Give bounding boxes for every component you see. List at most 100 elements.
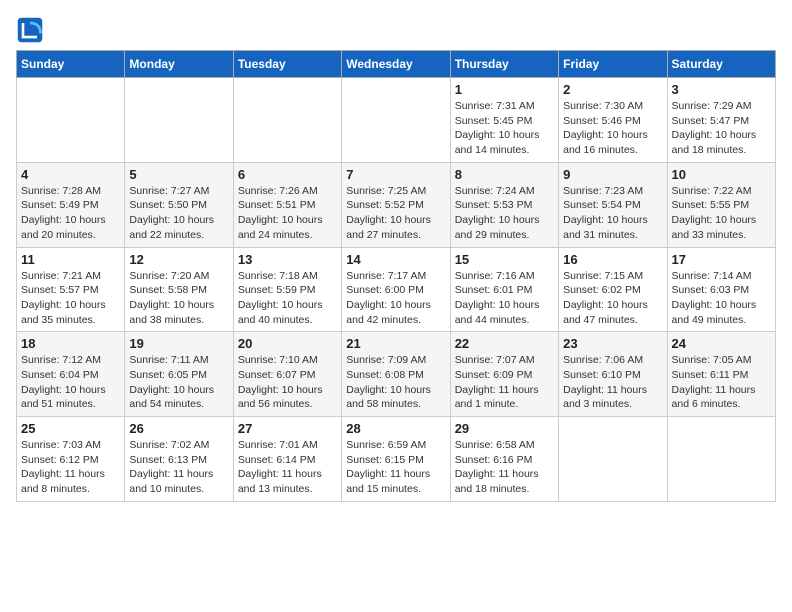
calendar-cell: 25 Sunrise: 7:03 AM Sunset: 6:12 PM Dayli… (17, 417, 125, 502)
day-number: 2 (563, 82, 662, 97)
weekday-header: Saturday (667, 51, 775, 78)
day-number: 10 (672, 167, 771, 182)
day-number: 8 (455, 167, 554, 182)
day-info: Sunrise: 7:25 AM Sunset: 5:52 PM Dayligh… (346, 184, 445, 243)
day-info: Sunrise: 7:27 AM Sunset: 5:50 PM Dayligh… (129, 184, 228, 243)
calendar-cell: 6Sunrise: 7:26 AM Sunset: 5:51 PM Daylig… (233, 162, 341, 247)
calendar-body: 1 Sunrise: 7:31 AM Sunset: 5:45 PM Daylig… (17, 78, 776, 502)
day-number: 23 (563, 336, 662, 351)
calendar-cell (233, 78, 341, 163)
calendar-cell: 11 Sunrise: 7:21 AM Sunset: 5:57 PM Dayli… (17, 247, 125, 332)
day-number: 9 (563, 167, 662, 182)
day-number: 27 (238, 421, 337, 436)
calendar-cell (342, 78, 450, 163)
calendar-cell: 1 Sunrise: 7:31 AM Sunset: 5:45 PM Daylig… (450, 78, 558, 163)
day-info: Sunrise: 6:59 AM Sunset: 6:15 PM Dayligh… (346, 438, 445, 497)
calendar-cell: 4 Sunrise: 7:28 AM Sunset: 5:49 PM Daylig… (17, 162, 125, 247)
weekday-header: Monday (125, 51, 233, 78)
calendar-cell: 27 Sunrise: 7:01 AM Sunset: 6:14 PM Dayli… (233, 417, 341, 502)
day-info: Sunrise: 7:14 AM Sunset: 6:03 PM Dayligh… (672, 269, 771, 328)
day-info: Sunrise: 7:20 AM Sunset: 5:58 PM Dayligh… (129, 269, 228, 328)
day-info: Sunrise: 7:22 AM Sunset: 5:55 PM Dayligh… (672, 184, 771, 243)
day-info: Sunrise: 7:16 AM Sunset: 6:01 PM Dayligh… (455, 269, 554, 328)
calendar-cell (17, 78, 125, 163)
calendar-header-row: SundayMondayTuesdayWednesdayThursdayFrid… (17, 51, 776, 78)
calendar-cell: 18 Sunrise: 7:12 AM Sunset: 6:04 PM Dayli… (17, 332, 125, 417)
day-number: 25 (21, 421, 120, 436)
calendar-cell: 12 Sunrise: 7:20 AM Sunset: 5:58 PM Dayli… (125, 247, 233, 332)
day-number: 21 (346, 336, 445, 351)
day-number: 20 (238, 336, 337, 351)
calendar-cell: 20 Sunrise: 7:10 AM Sunset: 6:07 PM Dayli… (233, 332, 341, 417)
day-info: Sunrise: 7:28 AM Sunset: 5:49 PM Dayligh… (21, 184, 120, 243)
calendar-cell: 14 Sunrise: 7:17 AM Sunset: 6:00 PM Dayli… (342, 247, 450, 332)
day-number: 11 (21, 252, 120, 267)
day-info: Sunrise: 7:29 AM Sunset: 5:47 PM Dayligh… (672, 99, 771, 158)
day-number: 13 (238, 252, 337, 267)
calendar-week-row: 11 Sunrise: 7:21 AM Sunset: 5:57 PM Dayli… (17, 247, 776, 332)
day-info: Sunrise: 7:02 AM Sunset: 6:13 PM Dayligh… (129, 438, 228, 497)
day-number: 3 (672, 82, 771, 97)
day-info: Sunrise: 7:03 AM Sunset: 6:12 PM Dayligh… (21, 438, 120, 497)
day-info: Sunrise: 7:10 AM Sunset: 6:07 PM Dayligh… (238, 353, 337, 412)
day-number: 17 (672, 252, 771, 267)
day-info: Sunrise: 7:12 AM Sunset: 6:04 PM Dayligh… (21, 353, 120, 412)
day-info: Sunrise: 7:21 AM Sunset: 5:57 PM Dayligh… (21, 269, 120, 328)
day-number: 22 (455, 336, 554, 351)
day-number: 16 (563, 252, 662, 267)
calendar-cell: 10 Sunrise: 7:22 AM Sunset: 5:55 PM Dayli… (667, 162, 775, 247)
day-info: Sunrise: 7:15 AM Sunset: 6:02 PM Dayligh… (563, 269, 662, 328)
day-info: Sunrise: 7:05 AM Sunset: 6:11 PM Dayligh… (672, 353, 771, 412)
weekday-header: Sunday (17, 51, 125, 78)
calendar-week-row: 18 Sunrise: 7:12 AM Sunset: 6:04 PM Dayli… (17, 332, 776, 417)
day-info: Sunrise: 7:31 AM Sunset: 5:45 PM Dayligh… (455, 99, 554, 158)
calendar-week-row: 4 Sunrise: 7:28 AM Sunset: 5:49 PM Daylig… (17, 162, 776, 247)
day-number: 29 (455, 421, 554, 436)
day-info: Sunrise: 7:30 AM Sunset: 5:46 PM Dayligh… (563, 99, 662, 158)
calendar-cell (667, 417, 775, 502)
calendar-cell: 24 Sunrise: 7:05 AM Sunset: 6:11 PM Dayli… (667, 332, 775, 417)
day-number: 5 (129, 167, 228, 182)
day-info: Sunrise: 7:06 AM Sunset: 6:10 PM Dayligh… (563, 353, 662, 412)
day-number: 1 (455, 82, 554, 97)
calendar-cell: 16 Sunrise: 7:15 AM Sunset: 6:02 PM Dayli… (559, 247, 667, 332)
day-number: 18 (21, 336, 120, 351)
calendar-cell: 3 Sunrise: 7:29 AM Sunset: 5:47 PM Daylig… (667, 78, 775, 163)
day-number: 12 (129, 252, 228, 267)
day-info: Sunrise: 7:23 AM Sunset: 5:54 PM Dayligh… (563, 184, 662, 243)
day-number: 14 (346, 252, 445, 267)
day-info: Sunrise: 7:26 AM Sunset: 5:51 PM Dayligh… (238, 184, 337, 243)
weekday-header: Thursday (450, 51, 558, 78)
calendar: SundayMondayTuesdayWednesdayThursdayFrid… (16, 50, 776, 502)
calendar-cell: 28 Sunrise: 6:59 AM Sunset: 6:15 PM Dayli… (342, 417, 450, 502)
weekday-header: Wednesday (342, 51, 450, 78)
day-number: 28 (346, 421, 445, 436)
day-info: Sunrise: 7:17 AM Sunset: 6:00 PM Dayligh… (346, 269, 445, 328)
calendar-cell: 29Sunrise: 6:58 AM Sunset: 6:16 PM Dayli… (450, 417, 558, 502)
day-number: 7 (346, 167, 445, 182)
day-number: 19 (129, 336, 228, 351)
calendar-cell: 13 Sunrise: 7:18 AM Sunset: 5:59 PM Dayli… (233, 247, 341, 332)
calendar-cell: 23 Sunrise: 7:06 AM Sunset: 6:10 PM Dayli… (559, 332, 667, 417)
day-number: 24 (672, 336, 771, 351)
day-info: Sunrise: 7:18 AM Sunset: 5:59 PM Dayligh… (238, 269, 337, 328)
day-number: 26 (129, 421, 228, 436)
calendar-cell: 15 Sunrise: 7:16 AM Sunset: 6:01 PM Dayli… (450, 247, 558, 332)
calendar-cell: 21 Sunrise: 7:09 AM Sunset: 6:08 PM Dayli… (342, 332, 450, 417)
calendar-cell: 26 Sunrise: 7:02 AM Sunset: 6:13 PM Dayli… (125, 417, 233, 502)
day-number: 15 (455, 252, 554, 267)
day-info: Sunrise: 7:11 AM Sunset: 6:05 PM Dayligh… (129, 353, 228, 412)
day-info: Sunrise: 7:09 AM Sunset: 6:08 PM Dayligh… (346, 353, 445, 412)
calendar-cell: 19 Sunrise: 7:11 AM Sunset: 6:05 PM Dayli… (125, 332, 233, 417)
calendar-cell (125, 78, 233, 163)
day-number: 4 (21, 167, 120, 182)
logo-icon (16, 16, 44, 44)
calendar-cell: 7 Sunrise: 7:25 AM Sunset: 5:52 PM Daylig… (342, 162, 450, 247)
calendar-week-row: 1 Sunrise: 7:31 AM Sunset: 5:45 PM Daylig… (17, 78, 776, 163)
weekday-header: Friday (559, 51, 667, 78)
day-info: Sunrise: 7:24 AM Sunset: 5:53 PM Dayligh… (455, 184, 554, 243)
day-info: Sunrise: 7:01 AM Sunset: 6:14 PM Dayligh… (238, 438, 337, 497)
calendar-cell: 9 Sunrise: 7:23 AM Sunset: 5:54 PM Daylig… (559, 162, 667, 247)
calendar-week-row: 25 Sunrise: 7:03 AM Sunset: 6:12 PM Dayli… (17, 417, 776, 502)
calendar-cell: 22Sunrise: 7:07 AM Sunset: 6:09 PM Dayli… (450, 332, 558, 417)
